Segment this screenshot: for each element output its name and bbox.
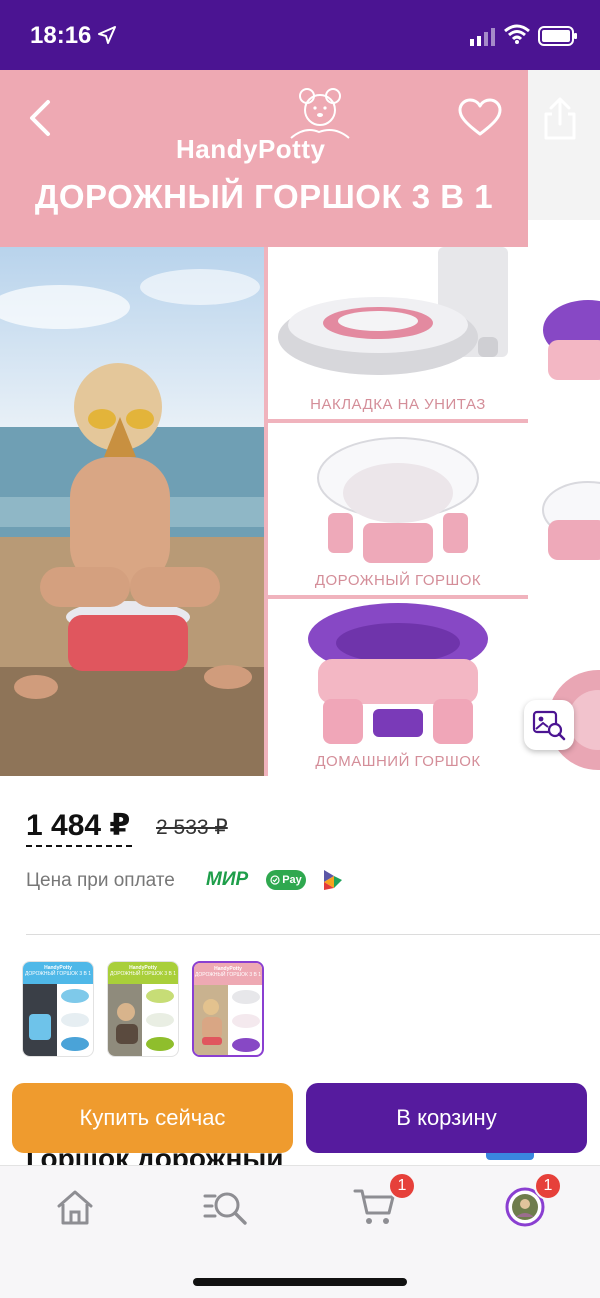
tab-home[interactable] <box>45 1182 105 1232</box>
banner-headline: ДОРОЖНЫЙ ГОРШОК 3 В 1 <box>34 178 494 215</box>
thumbnail-subtitle: ДОРОЖНЫЙ ГОРШОК 3 В 1 <box>194 972 261 978</box>
home-icon <box>57 1190 93 1225</box>
panel-label: ДОМАШНИЙ ГОРШОК <box>315 753 481 770</box>
thumbnail-image <box>194 985 260 1055</box>
panel-home-potty: ДОМАШНИЙ ГОРШОК <box>268 599 528 776</box>
image-search-icon <box>532 710 566 741</box>
product-gallery[interactable]: HandyPotty ДОРОЖНЫЙ ГОРШОК 3 В 1 НАКЛАДК… <box>0 70 600 776</box>
current-price: 1 484 ₽ <box>26 809 131 842</box>
price-underline <box>26 845 132 847</box>
child-beach-photo <box>0 247 264 776</box>
mir-logo: МИР <box>206 869 249 890</box>
pay-logo-text: Pay <box>282 874 302 886</box>
thumbnail-header: HandyPotty ДОРОЖНЫЙ ГОРШОК 3 В 1 <box>108 962 178 984</box>
next-image-peek[interactable] <box>528 220 600 776</box>
share-icon <box>544 97 576 140</box>
section-divider <box>26 934 600 935</box>
favorite-button[interactable] <box>458 98 502 138</box>
thumbnail-1[interactable]: HandyPotty ДОРОЖНЫЙ ГОРШОК 3 В 1 <box>22 961 94 1057</box>
check-circle-icon <box>270 875 280 885</box>
image-search-button[interactable] <box>524 700 574 750</box>
panel-travel-potty: ДОРОЖНЫЙ ГОРШОК <box>268 423 528 595</box>
add-to-cart-button[interactable]: В корзину <box>306 1083 587 1153</box>
thumbnail-brand: HandyPotty <box>214 966 242 972</box>
profile-badge: 1 <box>534 1172 562 1200</box>
payment-note: Цена при оплате <box>26 870 175 891</box>
thumbnail-subtitle: ДОРОЖНЫЙ ГОРШОК 3 В 1 <box>24 971 91 977</box>
home-indicator <box>193 1278 407 1286</box>
thumbnail-image <box>108 984 174 1056</box>
location-arrow-icon <box>98 26 116 44</box>
panel-label: НАКЛАДКА НА УНИТАЗ <box>310 396 486 413</box>
buy-now-button[interactable]: Купить сейчас <box>12 1083 293 1153</box>
wifi-icon <box>504 24 530 44</box>
tab-catalog-search[interactable] <box>195 1182 255 1232</box>
catalog-search-icon <box>203 1192 247 1225</box>
panel-label: ДОРОЖНЫЙ ГОРШОК <box>314 572 482 589</box>
cart-badge: 1 <box>388 1172 416 1200</box>
old-price: 2 533 ₽ <box>156 816 228 839</box>
thumbnail-3[interactable]: HandyPotty ДОРОЖНЫЙ ГОРШОК 3 В 1 <box>192 961 264 1057</box>
panel-toilet-seat: НАКЛАДКА НА УНИТАЗ <box>268 247 528 419</box>
brand-logo-text: HandyPotty <box>176 134 326 164</box>
thumbnail-2[interactable]: HandyPotty ДОРОЖНЫЙ ГОРШОК 3 В 1 <box>107 961 179 1057</box>
product-banner: HandyPotty ДОРОЖНЫЙ ГОРШОК 3 В 1 <box>0 70 528 247</box>
cellular-signal-icon <box>470 28 495 46</box>
thumbnail-image <box>23 984 89 1056</box>
thumbnail-brand: HandyPotty <box>44 965 72 971</box>
thumbnail-header: HandyPotty ДОРОЖНЫЙ ГОРШОК 3 В 1 <box>23 962 93 984</box>
chevron-left-icon <box>30 100 50 136</box>
sbp-logo-icon <box>324 870 342 890</box>
thumbnail-header: HandyPotty ДОРОЖНЫЙ ГОРШОК 3 В 1 <box>194 963 262 985</box>
back-button[interactable] <box>22 96 62 140</box>
pay-logo: Pay <box>266 870 306 890</box>
status-time: 18:16 <box>30 22 92 49</box>
status-bar: 18:16 <box>0 0 600 70</box>
thumbnail-subtitle: ДОРОЖНЫЙ ГОРШОК 3 В 1 <box>109 971 176 977</box>
thumbnail-brand: HandyPotty <box>129 965 157 971</box>
heart-icon <box>458 98 502 136</box>
battery-icon <box>538 26 577 46</box>
share-button[interactable] <box>540 96 580 142</box>
